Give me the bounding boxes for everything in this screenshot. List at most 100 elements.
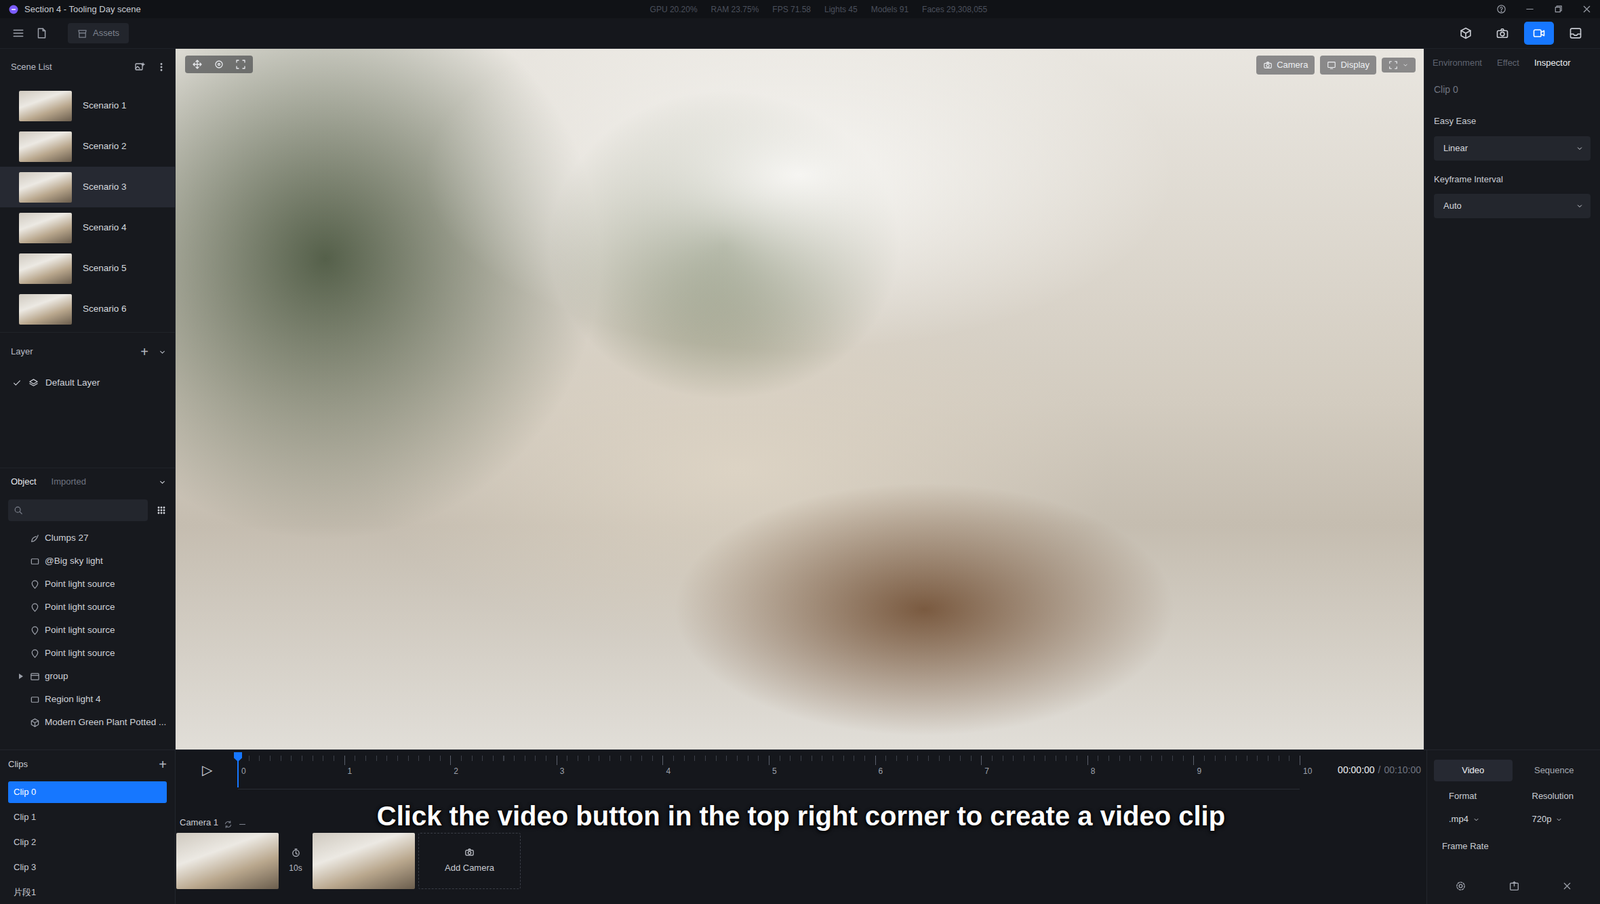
toolbar-left: Assets: [12, 23, 129, 44]
restore-icon[interactable]: [1553, 4, 1564, 15]
export-value: 720p: [1532, 812, 1552, 827]
export-select[interactable]: .mp4: [1433, 808, 1511, 831]
add-scene-icon[interactable]: [134, 61, 146, 73]
object-item[interactable]: Point light source: [0, 642, 175, 666]
export-tab[interactable]: Video: [1433, 760, 1513, 782]
inspector-tab[interactable]: Environment: [1432, 56, 1483, 70]
viewport-buttons: CameraDisplay: [1256, 55, 1416, 75]
play-area: ▷: [175, 760, 238, 781]
export-select[interactable]: 720p: [1517, 808, 1594, 831]
clip-item[interactable]: Clip 2: [0, 829, 175, 855]
clip-item[interactable]: Clip 1: [0, 804, 175, 830]
scene-item[interactable]: Scenario 2: [0, 126, 175, 167]
viewport-button[interactable]: Camera: [1256, 55, 1315, 75]
object-item[interactable]: Region light 4: [0, 688, 175, 712]
assets-button[interactable]: Assets: [67, 23, 129, 44]
layer-item[interactable]: Default Layer: [0, 370, 175, 396]
scene-item[interactable]: Scenario 3: [0, 166, 175, 208]
scene-name: Scenario 6: [82, 302, 127, 316]
collapse-icon[interactable]: [157, 477, 167, 487]
mode-button[interactable]: [1487, 21, 1518, 45]
object-tab[interactable]: Object: [10, 475, 37, 489]
scene-item[interactable]: Scenario 6: [0, 288, 175, 330]
object-item[interactable]: @Big sky light: [0, 549, 175, 573]
export-tab[interactable]: Sequence: [1515, 760, 1594, 782]
close-icon[interactable]: [1581, 4, 1592, 15]
export-value: .mp4: [1448, 812, 1469, 827]
scene-item[interactable]: Scenario 4: [0, 207, 175, 249]
add-clip-button[interactable]: +: [158, 757, 167, 772]
time-ruler[interactable]: 012345678910: [237, 750, 1300, 790]
layer-icon: [28, 378, 39, 389]
camera-icon: [1263, 60, 1273, 70]
more-icon[interactable]: [155, 61, 167, 73]
minimize-icon[interactable]: [1524, 4, 1535, 15]
add-camera-label: Add Camera: [444, 861, 495, 876]
file-icon[interactable]: [35, 27, 48, 40]
clip-item[interactable]: Clip 0: [0, 778, 175, 805]
search-input[interactable]: [27, 503, 143, 518]
clip-item[interactable]: 片段1: [0, 879, 175, 904]
visibility-check-icon[interactable]: [12, 378, 22, 388]
play-button[interactable]: ▷: [202, 760, 213, 781]
mode-button[interactable]: [1560, 21, 1591, 45]
close-icon[interactable]: [1562, 881, 1573, 892]
inspector-tab[interactable]: Inspector: [1534, 56, 1571, 70]
object-item[interactable]: Point light source: [0, 618, 175, 643]
object-item[interactable]: group: [0, 665, 175, 689]
transition-duration: 10s: [288, 862, 302, 875]
object-item[interactable]: Point light source: [0, 595, 175, 619]
scene-thumbnail: [18, 172, 72, 203]
scene-item[interactable]: Scenario 5: [0, 248, 175, 289]
transition-item[interactable]: 10s: [278, 833, 313, 890]
frame-icon[interactable]: [235, 58, 247, 70]
scene-name: Scenario 5: [82, 261, 127, 276]
mode-button[interactable]: [1524, 21, 1554, 45]
ruler-tick: 4: [662, 755, 664, 766]
time-display: 00:00:00/00:10:00: [1299, 763, 1427, 778]
export-icon[interactable]: [1508, 880, 1520, 893]
property-select[interactable]: Auto: [1433, 193, 1591, 219]
scene-thumbnail: [18, 131, 72, 163]
object-item[interactable]: Modern Green Plant Potted ...: [0, 711, 175, 735]
viewport-button[interactable]: Display: [1320, 55, 1377, 75]
left-panel: Scene ListScenario 1Scenario 2Scenario 3…: [0, 48, 176, 750]
inspector-tab[interactable]: Effect: [1496, 56, 1520, 70]
expand-toggle[interactable]: [18, 673, 24, 680]
object-item[interactable]: Clumps 27: [0, 526, 175, 550]
help-icon[interactable]: [1496, 4, 1507, 15]
collapse-track-icon[interactable]: [237, 820, 247, 830]
object-item[interactable]: Point light source: [0, 572, 175, 596]
render-view[interactable]: [175, 48, 1424, 750]
clip-label: Clip 1: [8, 806, 167, 829]
stat-readout: GPU 20.20%: [650, 3, 698, 16]
settings-icon[interactable]: [1454, 880, 1467, 893]
sync-icon[interactable]: [223, 820, 233, 830]
dropdown-chevron-icon: [1575, 144, 1584, 153]
clips-header: Clips+: [0, 750, 175, 779]
add-layer-button[interactable]: +: [140, 345, 149, 359]
transform-icon[interactable]: [191, 58, 203, 70]
mode-button[interactable]: [1450, 21, 1481, 45]
app-logo-icon: [8, 4, 19, 15]
camera-shot[interactable]: [312, 833, 415, 890]
menu-icon[interactable]: [12, 27, 25, 40]
scene-thumbnail: [18, 294, 72, 325]
title-bar: Section 4 - Tooling Day sceneGPU 20.20%R…: [0, 0, 1600, 19]
scene-item[interactable]: Scenario 1: [0, 85, 175, 127]
ruler-tick: 6: [875, 755, 876, 766]
area-light-icon: [29, 694, 40, 706]
focus-icon[interactable]: [213, 58, 225, 70]
track-header: Camera 1: [175, 789, 1427, 834]
property-field: Keyframe IntervalAuto: [1424, 160, 1600, 219]
camera-shot[interactable]: [176, 833, 279, 890]
collapse-icon[interactable]: [157, 347, 167, 357]
object-tab[interactable]: Imported: [51, 475, 87, 489]
filter-grid-icon[interactable]: [155, 505, 167, 516]
add-camera-button[interactable]: Add Camera: [418, 833, 521, 890]
view-options-button[interactable]: [1381, 57, 1416, 73]
property-select[interactable]: Linear: [1433, 136, 1591, 161]
clip-item[interactable]: Clip 3: [0, 854, 175, 880]
point-light-icon: [29, 579, 40, 590]
playhead-line: [237, 760, 239, 788]
